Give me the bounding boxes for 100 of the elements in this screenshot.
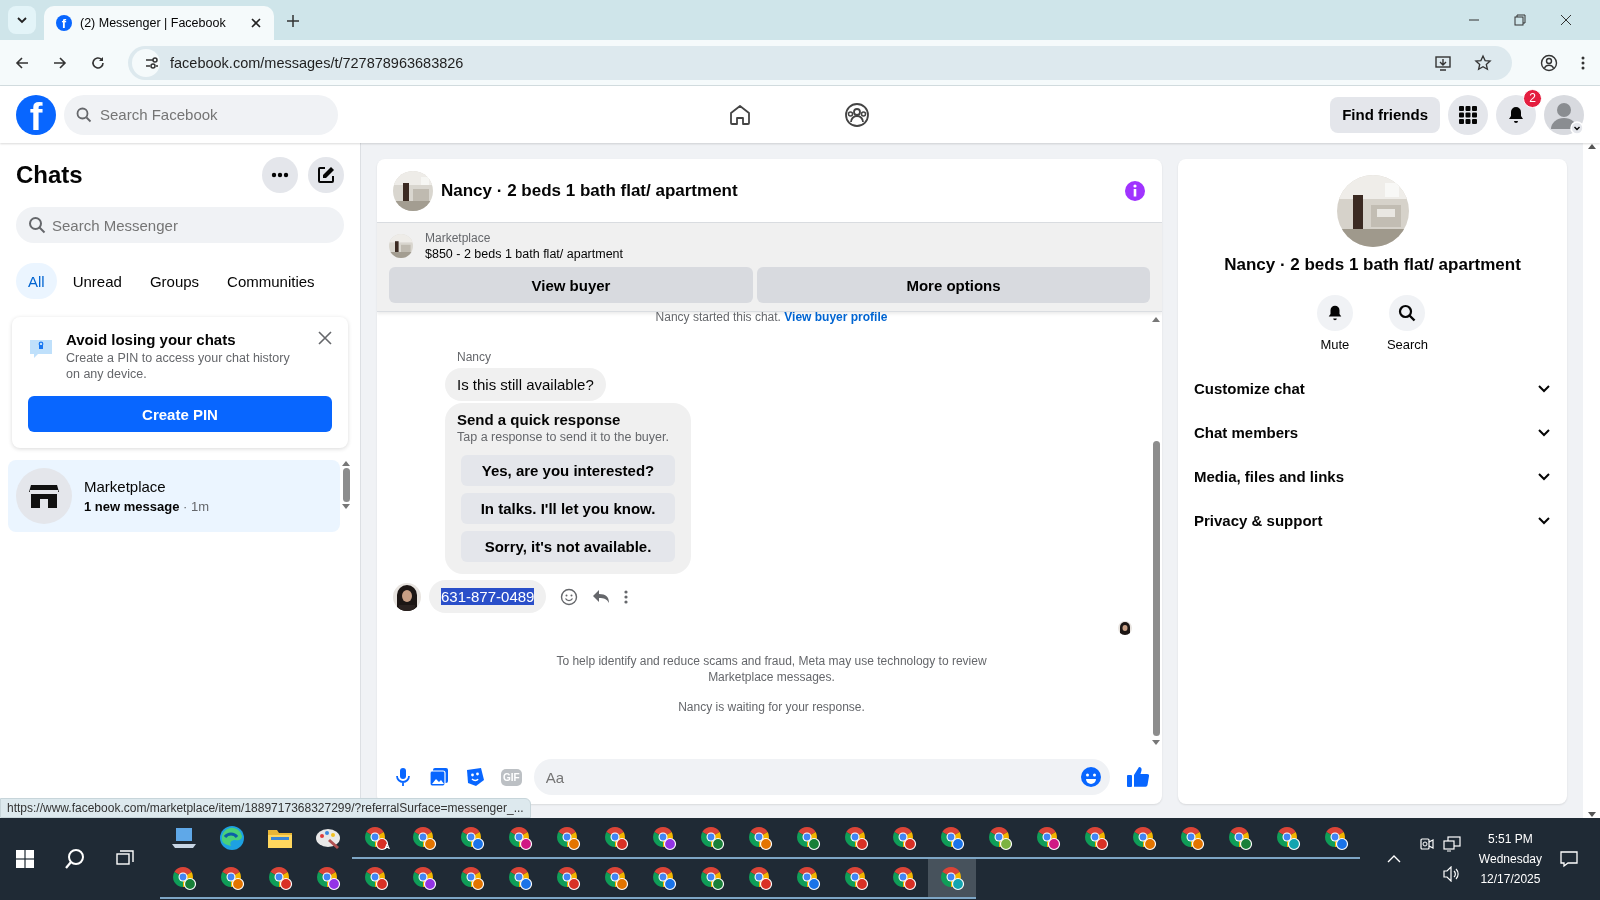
- browser-tab[interactable]: f (2) Messenger | Facebook: [44, 6, 274, 40]
- task-view-icon[interactable]: [116, 850, 134, 868]
- chat-item[interactable]: Marketplace 1 new message · 1m: [8, 460, 340, 532]
- view-buyer-profile-link[interactable]: View buyer profile: [784, 310, 888, 324]
- store-icon: [16, 468, 72, 524]
- quick-reply-button[interactable]: Yes, are you interested?: [461, 455, 675, 486]
- back-icon[interactable]: [14, 54, 30, 71]
- compose-icon: [316, 165, 336, 185]
- browser-icon: [1323, 825, 1349, 851]
- close-icon[interactable]: [1560, 14, 1572, 26]
- menu-icon[interactable]: [1580, 54, 1586, 71]
- section-header[interactable]: Customize chat: [1186, 366, 1559, 410]
- search-icon: [1398, 304, 1417, 322]
- filter-tab[interactable]: All: [16, 263, 57, 299]
- start-icon[interactable]: [16, 850, 34, 868]
- close-icon[interactable]: [250, 17, 262, 29]
- browser-icon: [1083, 825, 1109, 851]
- more-icon[interactable]: [624, 588, 629, 605]
- section-header[interactable]: Chat members: [1186, 410, 1559, 454]
- create-pin-button[interactable]: Create PIN: [28, 396, 332, 432]
- search-field[interactable]: Search Messenger: [16, 207, 344, 243]
- menu-button[interactable]: [1448, 94, 1488, 135]
- emoji-icon[interactable]: [560, 587, 579, 606]
- action-button[interactable]: [1316, 295, 1353, 331]
- scrollbar[interactable]: [1583, 143, 1600, 818]
- tab-list-button[interactable]: [8, 6, 36, 34]
- chats-heading: Chats: [16, 161, 83, 189]
- scroll-up-icon[interactable]: [1152, 316, 1160, 322]
- browser-icon: [795, 825, 821, 851]
- forward-icon[interactable]: [52, 54, 68, 71]
- browser-icon: [747, 865, 773, 891]
- info-icon[interactable]: [1124, 179, 1146, 202]
- camera-icon[interactable]: [1418, 836, 1435, 852]
- browser-icon: [507, 825, 533, 851]
- browser-icon: [1179, 825, 1205, 851]
- more-button[interactable]: [262, 157, 298, 193]
- quick-reply-button[interactable]: Sorry, it's not available.: [461, 531, 675, 562]
- search-icon[interactable]: [64, 848, 86, 870]
- scroll-down-icon[interactable]: [342, 504, 350, 510]
- section-header[interactable]: Privacy & support: [1186, 498, 1559, 542]
- browser-icon: [315, 865, 341, 891]
- browser-icon: [1035, 825, 1061, 851]
- listing-action-button[interactable]: View buyer: [389, 267, 753, 303]
- action-button[interactable]: [1389, 295, 1426, 331]
- scroll-up-icon[interactable]: [342, 460, 350, 466]
- site-settings-icon[interactable]: [132, 48, 160, 77]
- restore-icon[interactable]: [1514, 14, 1526, 26]
- new-message-button[interactable]: [308, 157, 344, 193]
- filter-tab[interactable]: Unread: [60, 263, 134, 299]
- emoji-icon[interactable]: [1080, 766, 1102, 788]
- browser-icon: [891, 865, 917, 891]
- clock[interactable]: 5:51 PM Wednesday 12/17/2025: [1478, 832, 1542, 886]
- find-friends-button[interactable]: Find friends: [1330, 96, 1440, 133]
- browser-icon: [843, 825, 869, 851]
- notifications-button[interactable]: [1496, 94, 1536, 135]
- listing-action-button[interactable]: More options: [757, 267, 1150, 303]
- scroll-down-icon[interactable]: [1152, 740, 1160, 746]
- quick-reply-button[interactable]: In talks. I'll let you know.: [461, 493, 675, 524]
- logo[interactable]: f: [16, 94, 56, 135]
- browser-icon: [987, 825, 1013, 851]
- more-icon: [271, 172, 289, 178]
- new-tab-icon[interactable]: [286, 14, 300, 28]
- reload-icon[interactable]: [90, 54, 106, 71]
- image-icon[interactable]: [429, 767, 449, 787]
- groups-icon[interactable]: [844, 101, 870, 128]
- microphone-icon[interactable]: [393, 767, 413, 787]
- filter-tab[interactable]: Communities: [215, 263, 327, 299]
- browser-icon: [939, 865, 965, 891]
- volume-icon[interactable]: [1442, 866, 1461, 882]
- chevron-up-icon[interactable]: [1386, 854, 1401, 864]
- address-bar[interactable]: facebook.com/messages/t/727878963683826: [128, 45, 1512, 80]
- browser-icon: [699, 865, 725, 891]
- account-button[interactable]: [1544, 94, 1584, 135]
- taskbar-button[interactable]: [928, 859, 976, 899]
- home-icon[interactable]: [728, 102, 752, 127]
- thumbs-up-icon[interactable]: [1126, 766, 1150, 788]
- message-bubble: Is this still available?: [445, 368, 606, 401]
- reply-icon[interactable]: [592, 588, 611, 605]
- search-field[interactable]: Search Facebook: [64, 94, 338, 135]
- install-icon[interactable]: [1434, 53, 1452, 72]
- card-description: Create a PIN to access your chat history on any device.: [66, 350, 291, 382]
- notification-icon[interactable]: [1560, 850, 1578, 868]
- filter-tab[interactable]: Groups: [137, 263, 212, 299]
- star-icon[interactable]: [1474, 53, 1492, 72]
- browser-icon: [219, 865, 245, 891]
- message-input[interactable]: Aa: [533, 759, 1110, 795]
- favicon: f: [56, 15, 72, 31]
- profile-icon[interactable]: [1540, 53, 1558, 72]
- sticker-icon[interactable]: [465, 767, 485, 787]
- browser-icon: [651, 825, 677, 851]
- section-header[interactable]: Media, files and links: [1186, 454, 1559, 498]
- browser-icon: [267, 865, 293, 891]
- grid-icon: [1458, 104, 1478, 125]
- listing-title: $850 - 2 beds 1 bath flat/ apartment: [425, 247, 624, 261]
- browser-icon: [171, 865, 197, 891]
- browser-icon: [939, 825, 965, 851]
- browser-icon: [891, 825, 917, 851]
- browser-icon: [555, 865, 581, 891]
- network-icon[interactable]: [1442, 836, 1461, 852]
- bell-icon: [1506, 104, 1526, 125]
